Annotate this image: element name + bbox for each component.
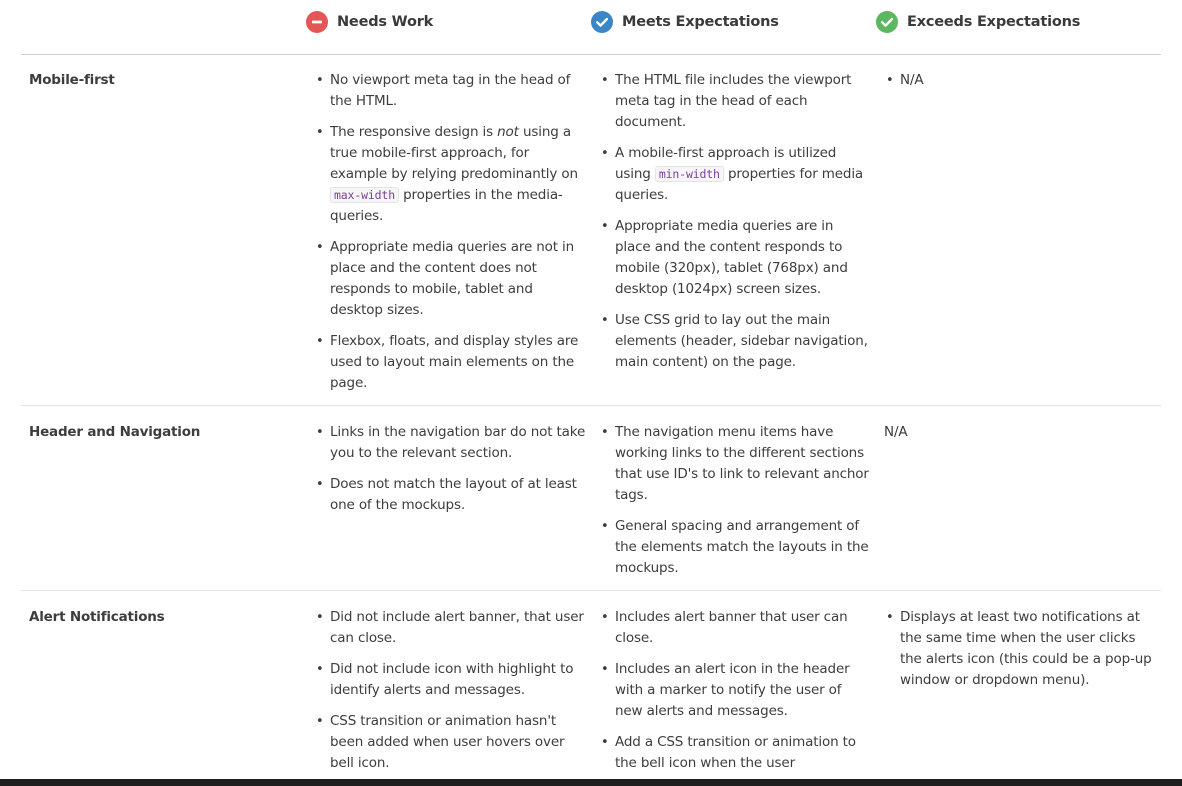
minus-circle-icon (306, 11, 328, 33)
check-circle-icon (591, 11, 613, 33)
meets-column: The navigation menu items have working l… (596, 422, 871, 589)
list-item: Links in the navigation bar do not take … (311, 422, 586, 464)
row-title: Header and Navigation (29, 424, 201, 440)
header-exceeds-expectations-label: Exceeds Expectations (907, 14, 1081, 30)
exceeds-column: N/A (884, 422, 1159, 453)
list-item: The responsive design is not using a tru… (311, 122, 586, 227)
rubric-row-mobile-first: Mobile-first No viewport meta tag in the… (21, 70, 1161, 405)
row-divider (21, 590, 1161, 591)
list-item: A mobile-first approach is utilized usin… (596, 143, 871, 206)
list-item: Did not include icon with highlight to i… (311, 659, 586, 701)
list-item: N/A (884, 424, 908, 440)
rubric-header: Needs Work Meets Expectations Exceeds Ex… (21, 0, 1161, 55)
list-item: Did not include alert banner, that user … (311, 607, 586, 649)
list-item: CSS transition or animation hasn't been … (311, 711, 586, 774)
row-title: Mobile-first (29, 72, 115, 88)
list-item: The HTML file includes the viewport meta… (596, 70, 871, 133)
needs-work-column: No viewport meta tag in the head of the … (311, 70, 586, 404)
rubric-row-header-navigation: Header and Navigation Links in the navig… (21, 422, 1161, 590)
row-divider (21, 405, 1161, 406)
meets-column: Includes alert banner that user can clos… (596, 607, 871, 784)
row-title: Alert Notifications (29, 609, 165, 625)
header-meets-expectations-label: Meets Expectations (622, 14, 779, 30)
list-item: Does not match the layout of at least on… (311, 474, 586, 516)
exceeds-column: N/A (881, 70, 1156, 101)
rubric-row-alert-notifications: Alert Notifications Did not include aler… (21, 607, 1161, 779)
bottom-bar (0, 779, 1182, 786)
inline-code: min-width (654, 166, 724, 182)
list-item: General spacing and arrangement of the e… (596, 516, 871, 579)
rubric-page: Needs Work Meets Expectations Exceeds Ex… (0, 0, 1182, 786)
list-item: Flexbox, floats, and display styles are … (311, 331, 586, 394)
list-item: No viewport meta tag in the head of the … (311, 70, 586, 112)
list-item: Appropriate media queries are not in pla… (311, 237, 586, 321)
header-needs-work-label: Needs Work (337, 14, 434, 30)
header-meets-expectations: Meets Expectations (591, 10, 779, 34)
needs-work-column: Did not include alert banner, that user … (311, 607, 586, 784)
check-circle-icon (876, 11, 898, 33)
list-item: Add a CSS transition or animation to the… (596, 732, 871, 774)
header-needs-work: Needs Work (306, 10, 433, 34)
list-item: N/A (881, 70, 1156, 91)
exceeds-column: Displays at least two notifications at t… (881, 607, 1156, 701)
list-item: Includes an alert icon in the header wit… (596, 659, 871, 722)
list-item: The navigation menu items have working l… (596, 422, 871, 506)
list-item: Displays at least two notifications at t… (881, 607, 1156, 691)
header-exceeds-expectations: Exceeds Expectations (876, 10, 1080, 34)
list-item: Includes alert banner that user can clos… (596, 607, 871, 649)
list-item: Use CSS grid to lay out the main element… (596, 310, 871, 373)
meets-column: The HTML file includes the viewport meta… (596, 70, 871, 383)
needs-work-column: Links in the navigation bar do not take … (311, 422, 586, 526)
inline-code: max-width (330, 187, 399, 203)
list-item: Appropriate media queries are in place a… (596, 216, 871, 300)
